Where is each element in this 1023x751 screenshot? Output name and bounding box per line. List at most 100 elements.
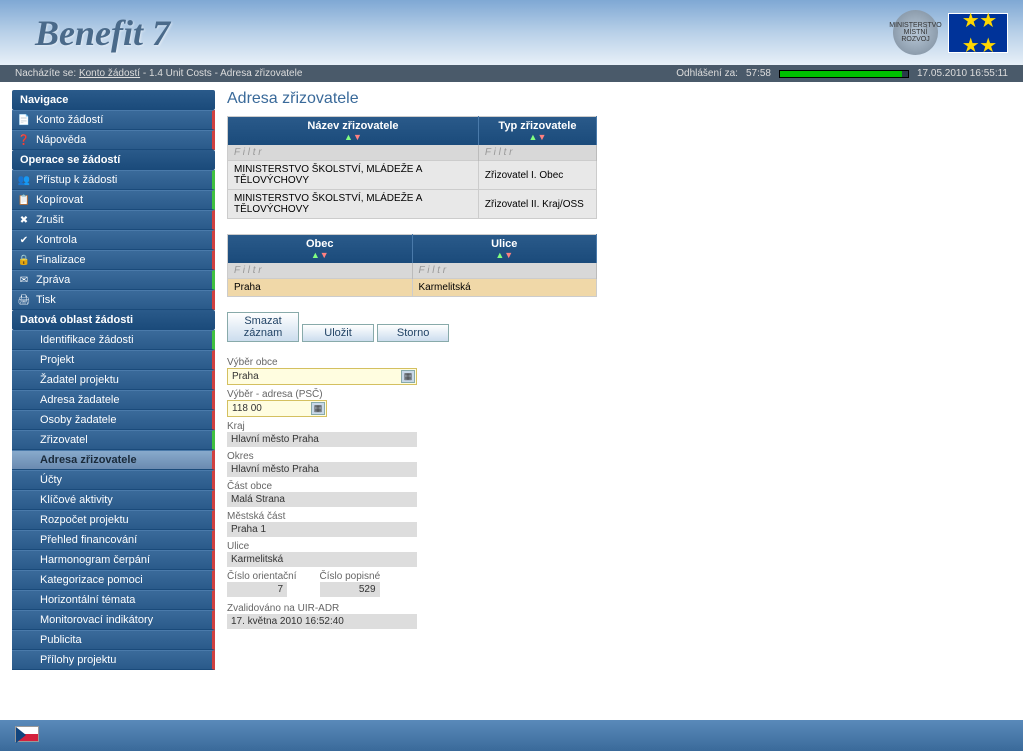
app-logo: Benefit 7 bbox=[15, 12, 170, 54]
sort-icon[interactable]: ▲▼ bbox=[234, 250, 406, 260]
nav-item-label: Přehled financování bbox=[40, 534, 137, 546]
nav-item[interactable]: Publicita bbox=[12, 630, 215, 650]
nav-item[interactable]: Žadatel projektu bbox=[12, 370, 215, 390]
picker-icon[interactable]: ▦ bbox=[311, 402, 325, 415]
picker-icon[interactable]: ▦ bbox=[401, 370, 415, 383]
breadcrumb-rest: - 1.4 Unit Costs - Adresa zřizovatele bbox=[143, 68, 303, 79]
nav-item[interactable]: 👥 Přístup k žádosti bbox=[12, 170, 215, 190]
nav-item[interactable]: Kategorizace pomoci bbox=[12, 570, 215, 590]
mestska-cast-value: Praha 1 bbox=[227, 522, 417, 537]
table-row[interactable]: MINISTERSTVO ŠKOLSTVÍ, MLÁDEŽE A TĚLOVÝC… bbox=[228, 161, 597, 190]
breadcrumb-prefix: Nacházíte se: bbox=[15, 68, 76, 79]
cell: MINISTERSTVO ŠKOLSTVÍ, MLÁDEŽE A TĚLOVÝC… bbox=[228, 190, 479, 219]
nav-icon: 📄 bbox=[18, 114, 30, 126]
sort-icon[interactable]: ▲▼ bbox=[485, 132, 590, 142]
nav-item[interactable]: 🔒Finalizace bbox=[12, 250, 215, 270]
nav-item[interactable]: Adresa zřizovatele bbox=[12, 450, 215, 470]
nav-icon: ✉ bbox=[18, 274, 30, 286]
nav-item[interactable]: Osoby žadatele bbox=[12, 410, 215, 430]
breadcrumb-bar: Nacházíte se: Konto žádostí - 1.4 Unit C… bbox=[0, 65, 1023, 82]
nav-item[interactable]: Přehled financování bbox=[12, 530, 215, 550]
nav-icon: 🖨 bbox=[18, 294, 30, 306]
nav-item-label: Adresa žadatele bbox=[40, 394, 120, 406]
cast-obce-label: Část obce bbox=[227, 481, 1011, 492]
nav-item[interactable]: Adresa žadatele bbox=[12, 390, 215, 410]
breadcrumb-right: Odhlášení za: 57:58 17.05.2010 16:55:11 bbox=[676, 68, 1008, 79]
nav-item-label: Přístup k žádosti bbox=[36, 174, 117, 186]
grid2-col1[interactable]: Obec ▲▼ bbox=[228, 235, 413, 264]
main-content: Adresa zřizovatele Název zřizovatele ▲▼ … bbox=[227, 90, 1011, 670]
nav-item[interactable]: Projekt bbox=[12, 350, 215, 370]
nav-item[interactable]: Klíčové aktivity bbox=[12, 490, 215, 510]
nav-item-label: Konto žádostí bbox=[36, 114, 103, 126]
nav-item[interactable]: Účty bbox=[12, 470, 215, 490]
nav-item[interactable]: Monitorovací indikátory bbox=[12, 610, 215, 630]
grid1-filter1[interactable]: F i l t r bbox=[228, 145, 479, 161]
cislo-orient-label: Číslo orientační bbox=[227, 571, 296, 582]
grid2-filter1[interactable]: F i l t r bbox=[228, 263, 413, 279]
cancel-button[interactable]: Storno bbox=[377, 324, 449, 342]
nav-item-label: Přílohy projektu bbox=[40, 654, 116, 666]
table-row[interactable]: MINISTERSTVO ŠKOLSTVÍ, MLÁDEŽE A TĚLOVÝC… bbox=[228, 190, 597, 219]
nav-item[interactable]: Přílohy projektu bbox=[12, 650, 215, 670]
grid-zrizovatele: Název zřizovatele ▲▼ Typ zřizovatele ▲▼ … bbox=[227, 116, 597, 219]
nav-item-label: Publicita bbox=[40, 634, 82, 646]
nav-item[interactable]: ✔Kontrola bbox=[12, 230, 215, 250]
sort-icon[interactable]: ▲▼ bbox=[234, 132, 472, 142]
grid2-col2[interactable]: Ulice ▲▼ bbox=[412, 235, 597, 264]
server-datetime: 17.05.2010 16:55:11 bbox=[917, 68, 1008, 79]
page-title: Adresa zřizovatele bbox=[227, 90, 1011, 108]
nav-item[interactable]: Identifikace žádosti bbox=[12, 330, 215, 350]
nav-icon: 🔒 bbox=[18, 254, 30, 266]
cell: Praha bbox=[228, 279, 413, 297]
logout-progress bbox=[779, 70, 909, 78]
grid1-filter2[interactable]: F i l t r bbox=[478, 145, 596, 161]
nav-item[interactable]: 🖨Tisk bbox=[12, 290, 215, 310]
nav-item-label: Rozpočet projektu bbox=[40, 514, 129, 526]
lang-cz-icon[interactable] bbox=[15, 726, 39, 742]
nav-item[interactable]: Zřizovatel bbox=[12, 430, 215, 450]
ministry-logo-icon: MINISTERSTVO MÍSTNÍ ROZVOJ bbox=[893, 10, 938, 55]
nav-item[interactable]: ✉Zpráva bbox=[12, 270, 215, 290]
cell: MINISTERSTVO ŠKOLSTVÍ, MLÁDEŽE A TĚLOVÝC… bbox=[228, 161, 479, 190]
nav-section-navigace: Navigace bbox=[12, 90, 215, 110]
cast-obce-value: Malá Strana bbox=[227, 492, 417, 507]
breadcrumb-link[interactable]: Konto žádostí bbox=[79, 68, 140, 79]
nav-item[interactable]: 📄 Konto žádostí bbox=[12, 110, 215, 130]
vyber-adresa-field[interactable]: 118 00 ▦ bbox=[227, 400, 327, 417]
cell: Karmelitská bbox=[412, 279, 597, 297]
table-row[interactable]: PrahaKarmelitská bbox=[228, 279, 597, 297]
app-header: Benefit 7 MINISTERSTVO MÍSTNÍ ROZVOJ ★ ★… bbox=[0, 0, 1023, 65]
nav-item[interactable]: ✖Zrušit bbox=[12, 210, 215, 230]
ulice-label: Ulice bbox=[227, 541, 1011, 552]
kraj-value: Hlavní město Praha bbox=[227, 432, 417, 447]
nav-item-label: Monitorovací indikátory bbox=[40, 614, 153, 626]
nav-item[interactable]: Rozpočet projektu bbox=[12, 510, 215, 530]
mestska-cast-label: Městská část bbox=[227, 511, 1011, 522]
nav-item[interactable]: 📋Kopírovat bbox=[12, 190, 215, 210]
sort-icon[interactable]: ▲▼ bbox=[419, 250, 591, 260]
save-button[interactable]: Uložit bbox=[302, 324, 374, 342]
nav-icon: 👥 bbox=[18, 174, 30, 186]
nav-item[interactable]: Harmonogram čerpání bbox=[12, 550, 215, 570]
nav-item[interactable]: Horizontální témata bbox=[12, 590, 215, 610]
grid1-col1[interactable]: Název zřizovatele ▲▼ bbox=[228, 117, 479, 146]
grid2-filter2[interactable]: F i l t r bbox=[412, 263, 597, 279]
vyber-adresa-label: Výběr - adresa (PSČ) bbox=[227, 389, 1011, 400]
cell: Zřizovatel II. Kraj/OSS bbox=[478, 190, 596, 219]
delete-button[interactable]: Smazat záznam bbox=[227, 312, 299, 342]
sidebar: Navigace 📄Konto žádostí❓Nápověda Operace… bbox=[12, 90, 215, 670]
nav-item-label: Kopírovat bbox=[36, 194, 83, 206]
nav-item-label: Adresa zřizovatele bbox=[40, 454, 137, 466]
vyber-obce-field[interactable]: Praha ▦ bbox=[227, 368, 417, 385]
zvalidovano-value: 17. května 2010 16:52:40 bbox=[227, 614, 417, 629]
nav-item-label: Horizontální témata bbox=[40, 594, 135, 606]
logout-label: Odhlášení za: bbox=[676, 68, 738, 79]
kraj-label: Kraj bbox=[227, 421, 1011, 432]
nav-item-label: Kategorizace pomoci bbox=[40, 574, 143, 586]
grid1-col2[interactable]: Typ zřizovatele ▲▼ bbox=[478, 117, 596, 146]
nav-item-label: Žadatel projektu bbox=[40, 374, 119, 386]
nav-item-label: Osoby žadatele bbox=[40, 414, 116, 426]
nav-item[interactable]: ❓Nápověda bbox=[12, 130, 215, 150]
nav-item-label: Klíčové aktivity bbox=[40, 494, 113, 506]
